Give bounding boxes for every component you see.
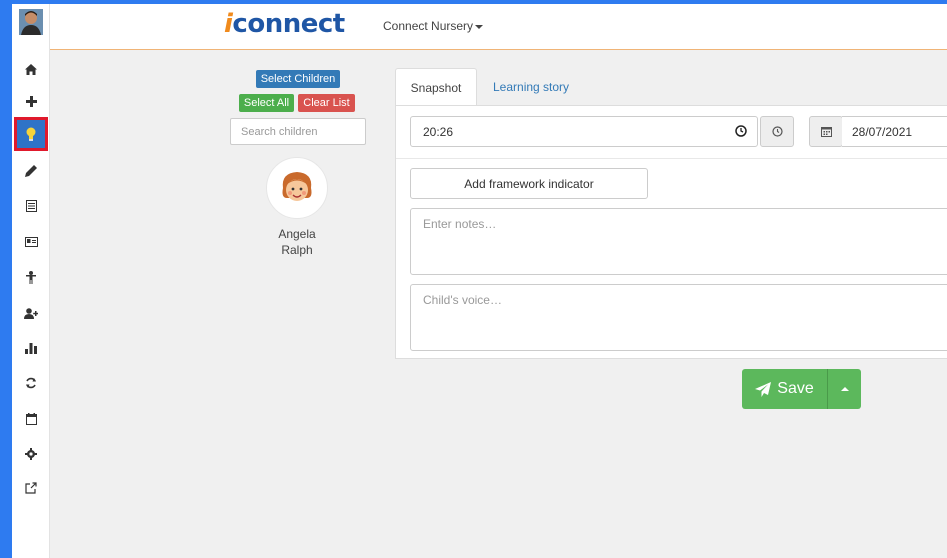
- child-last-name: Ralph: [281, 243, 313, 257]
- search-children-input[interactable]: [230, 118, 366, 145]
- caret-up-icon: [840, 387, 849, 391]
- observation-panel: Snapshot Learning story 20:26 28/07/2021…: [395, 68, 947, 360]
- iconnect-logo[interactable]: iconnect: [224, 9, 345, 39]
- sidebar: [12, 4, 50, 558]
- gear-icon[interactable]: [12, 439, 50, 469]
- nursery-label: Connect Nursery: [383, 19, 474, 33]
- save-button[interactable]: Save: [742, 369, 827, 409]
- bar-chart-icon[interactable]: [12, 333, 50, 363]
- tab-snapshot[interactable]: Snapshot: [395, 68, 477, 106]
- clear-list-button[interactable]: Clear List: [298, 94, 355, 112]
- clock-icon[interactable]: [735, 125, 747, 140]
- child-name: Angela Ralph: [247, 226, 347, 258]
- save-label: Save: [777, 380, 814, 397]
- tab-learning-story[interactable]: Learning story: [493, 68, 569, 106]
- nursery-dropdown[interactable]: Connect Nursery: [383, 19, 484, 33]
- add-framework-indicator-button[interactable]: Add framework indicator: [410, 168, 648, 199]
- select-all-button[interactable]: Select All: [239, 94, 294, 112]
- calendar-icon[interactable]: [12, 404, 50, 434]
- time-picker-button[interactable]: [760, 116, 794, 147]
- id-card-icon[interactable]: [12, 227, 50, 257]
- select-children-button[interactable]: Select Children: [256, 70, 340, 88]
- send-icon: [755, 381, 772, 397]
- date-input[interactable]: 28/07/2021: [842, 116, 947, 147]
- logo-text: connect: [232, 9, 345, 39]
- calendar-icon: [820, 127, 832, 137]
- clock-icon: [771, 126, 783, 137]
- pencil-icon[interactable]: [12, 156, 50, 186]
- main-content: Select Children Select All Clear List An…: [50, 50, 947, 558]
- caret-down-icon: [475, 24, 484, 29]
- top-bar: iconnect Connect Nursery: [50, 4, 947, 50]
- refresh-icon[interactable]: [12, 368, 50, 398]
- home-icon[interactable]: [12, 54, 50, 84]
- save-options-toggle[interactable]: [827, 369, 861, 409]
- childs-voice-textarea[interactable]: Child's voice…: [410, 284, 947, 351]
- window-left-edge: [0, 0, 12, 558]
- child-avatar[interactable]: [266, 157, 328, 219]
- date-picker-button[interactable]: [809, 116, 843, 147]
- time-input[interactable]: 20:26: [410, 116, 758, 147]
- child-first-name: Angela: [278, 227, 316, 241]
- time-value: 20:26: [423, 125, 454, 139]
- user-avatar[interactable]: [19, 9, 43, 35]
- list-icon[interactable]: [12, 191, 50, 221]
- plus-icon[interactable]: [12, 86, 50, 116]
- notes-textarea[interactable]: Enter notes…: [410, 208, 947, 275]
- snapshot-form: 20:26 28/07/2021 Add framework indicator…: [395, 105, 947, 359]
- child-face-icon: [282, 172, 312, 201]
- form-divider: [396, 158, 947, 159]
- child-icon[interactable]: [12, 262, 50, 292]
- add-user-icon[interactable]: [12, 298, 50, 328]
- lightbulb-icon[interactable]: [14, 117, 48, 151]
- external-link-icon[interactable]: [12, 473, 50, 503]
- save-button-group: Save: [742, 369, 861, 409]
